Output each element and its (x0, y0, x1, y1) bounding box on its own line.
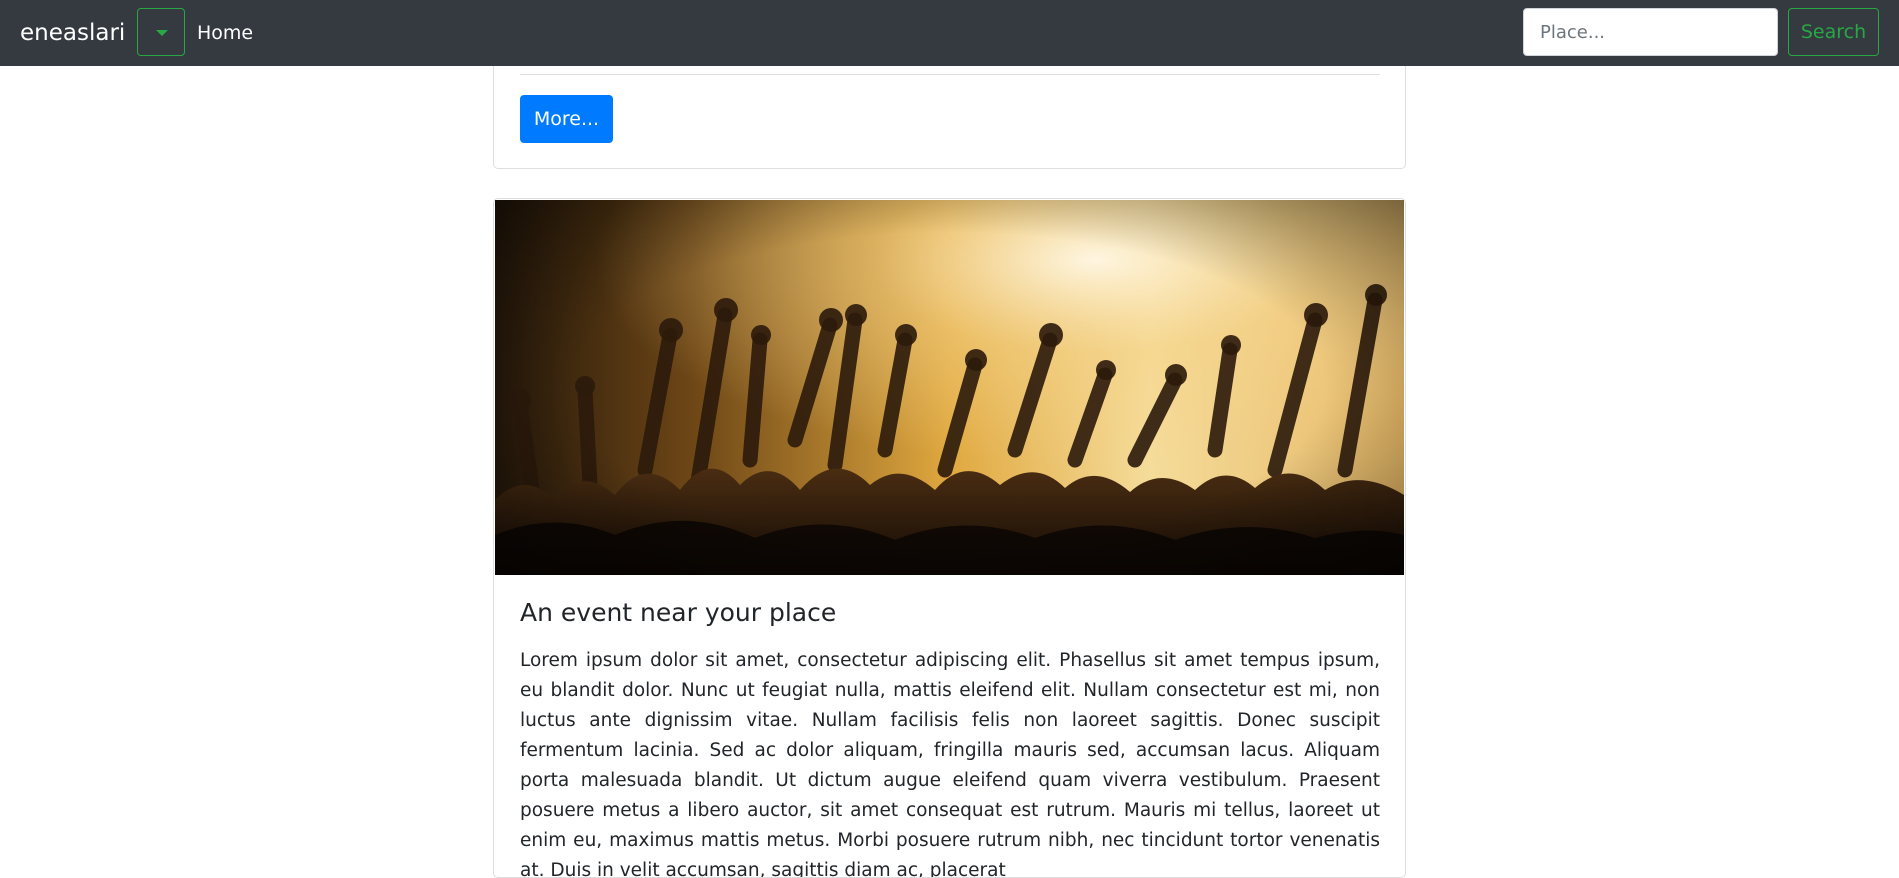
top-navbar: eneaslari Home Search (0, 0, 1899, 66)
card-divider (520, 74, 1380, 75)
event-title: An event near your place (520, 598, 837, 627)
caret-down-icon (156, 30, 168, 36)
event-card: An event near your place Lorem ipsum dol… (493, 198, 1406, 878)
brand-logo[interactable]: eneaslari (20, 19, 125, 47)
event-image (495, 200, 1404, 575)
event-description: Lorem ipsum dolor sit amet, consectetur … (520, 650, 1380, 878)
navbar-dropdown-toggle[interactable] (137, 8, 185, 56)
nav-link-home[interactable]: Home (197, 20, 253, 46)
more-button[interactable]: More... (520, 95, 613, 143)
search-button[interactable]: Search (1788, 8, 1879, 56)
place-search-input[interactable] (1523, 8, 1778, 56)
